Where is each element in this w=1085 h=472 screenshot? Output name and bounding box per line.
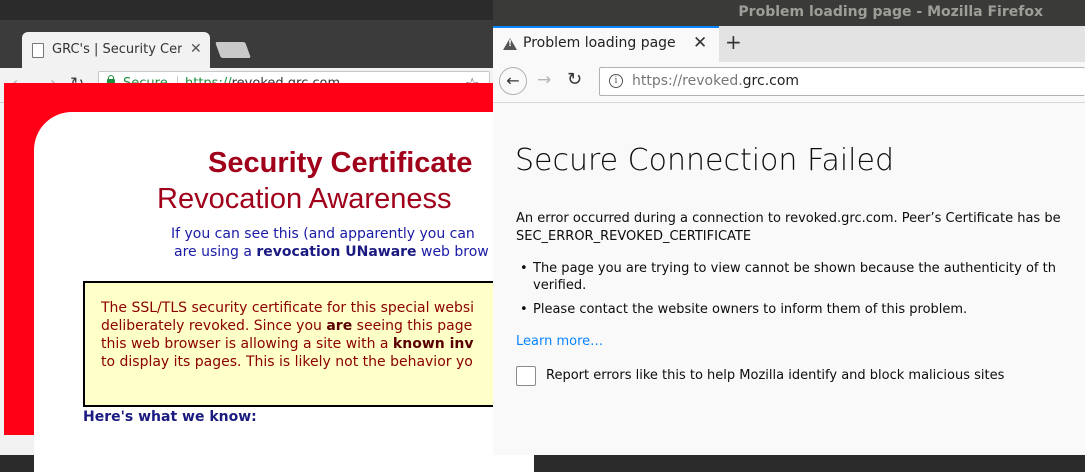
grc-warning-box: The SSL/TLS security certificate for thi… (83, 281, 523, 407)
report-errors-label[interactable]: Report errors like this to help Mozilla … (546, 368, 1004, 383)
error-bullet-1-cont: verified. (519, 278, 587, 296)
report-errors-checkbox[interactable] (516, 366, 536, 386)
chrome-tab-title: GRC's | Security Certificate (52, 42, 182, 57)
firefox-tab-problem[interactable]: Problem loading page ✕ (493, 26, 719, 62)
grc-know-heading: Here's what we know: (83, 409, 257, 425)
error-title: Secure Connection Failed (515, 143, 895, 178)
chrome-tab-strip: GRC's | Security Certificate ✕ (0, 20, 495, 68)
warning-text: deliberately revoked. Since you (101, 318, 327, 334)
bullet-continuation: verified. (533, 278, 587, 293)
firefox-tab-strip: Problem loading page ✕ (493, 26, 1085, 62)
url-domain: grc.com (742, 73, 800, 89)
reload-icon[interactable]: ↻ (567, 69, 582, 90)
window-title: Problem loading page - Mozilla Firefox (738, 4, 1043, 20)
warning-text: this web browser is allowing a site with… (101, 336, 393, 352)
warning-emphasis: known inv (392, 336, 474, 352)
firefox-tab-title: Problem loading page (523, 35, 676, 51)
grc-intro-line-2: are using a revocation UNaware web brow (174, 244, 489, 260)
error-bullet-1: The page you are trying to view cannot b… (520, 261, 1056, 276)
chrome-tab-grc[interactable]: GRC's | Security Certificate ✕ (22, 32, 210, 68)
warning-icon (503, 38, 517, 50)
grc-heading-primary: Security Certificate (208, 147, 473, 179)
grc-heading-secondary: Revocation Awareness (157, 183, 452, 215)
firefox-window: Problem loading page - Mozilla Firefox P… (493, 0, 1085, 455)
url-prefix: https://revoked. (632, 73, 743, 89)
grc-intro-line-1: If you can see this (and apparently you … (171, 226, 475, 242)
error-bullet-2: Please contact the website owners to inf… (520, 302, 967, 317)
firefox-url-bar[interactable]: i https://revoked.grc.com (599, 67, 1085, 96)
intro-text-end: web brow (416, 244, 489, 260)
firefox-url: https://revoked.grc.com (632, 73, 799, 89)
intro-text: are using a (174, 244, 257, 260)
warning-line-4: to display its pages. This is likely not… (101, 354, 473, 370)
warning-emphasis: are (326, 318, 353, 334)
warning-line-3: this web browser is allowing a site with… (101, 336, 473, 352)
firefox-titlebar: Problem loading page - Mozilla Firefox (493, 0, 1085, 26)
learn-more-link[interactable]: Learn more… (516, 334, 603, 349)
close-icon[interactable]: ✕ (190, 41, 202, 57)
error-description: An error occurred during a connection to… (516, 211, 1061, 226)
close-icon[interactable]: ✕ (693, 33, 707, 53)
warning-text-end: seeing this page (352, 318, 473, 334)
chrome-new-tab-button[interactable] (215, 42, 251, 58)
intro-emphasis: revocation UNaware (256, 244, 417, 260)
info-icon[interactable]: i (609, 74, 623, 88)
forward-arrow-icon[interactable]: → (537, 70, 551, 90)
firefox-navbar: ← → ↻ i https://revoked.grc.com (493, 62, 1085, 103)
new-tab-plus-icon[interactable]: + (725, 30, 742, 54)
error-code: SEC_ERROR_REVOKED_CERTIFICATE (516, 229, 752, 244)
page-icon (32, 43, 44, 58)
warning-line-2: deliberately revoked. Since you are seei… (101, 318, 472, 334)
back-arrow-icon[interactable]: ← (499, 67, 527, 95)
warning-line-1: The SSL/TLS security certificate for thi… (101, 300, 475, 316)
